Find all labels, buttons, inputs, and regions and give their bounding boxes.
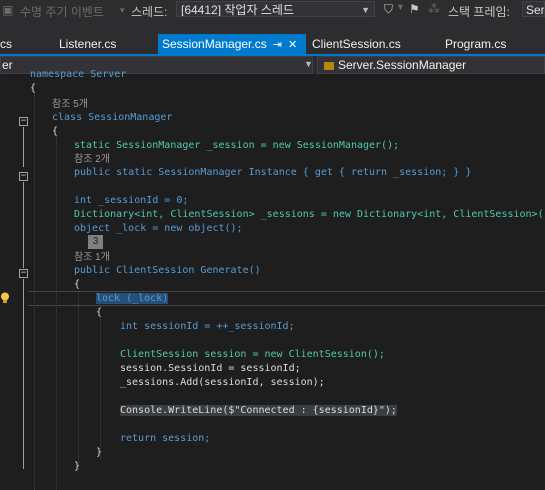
code-line: }: [96, 446, 102, 460]
code-line: {: [52, 125, 58, 139]
brace: }: [74, 461, 81, 472]
document-tab-bar: cs Listener.cs SessionManager.cs ⇥ ✕ Clien…: [0, 20, 545, 54]
filter-icon[interactable]: ⛉: [384, 2, 393, 17]
code-line-return: return session;: [120, 432, 210, 446]
code-line-new-session: ClientSession session = new ClientSessio…: [120, 348, 385, 362]
stack-frame-label: 스택 프레임:: [448, 5, 510, 19]
code-line: {: [96, 306, 102, 320]
statement: int sessionId = ++_sessionId;: [120, 321, 295, 332]
class-declaration: class SessionManager: [52, 112, 173, 123]
brace: {: [30, 83, 37, 94]
show-threads-icon[interactable]: ⁂: [428, 2, 440, 16]
visual-studio-window: ▣ 수명 주기 이벤트 ▾ 스레드: [64412] 작업자 스레드 ▼ ⛉ ▾…: [0, 0, 545, 490]
codelens-references[interactable]: 참조 5개: [52, 98, 88, 112]
reference-count: 참조 1개: [74, 252, 110, 263]
debug-location-toolbar: ▣ 수명 주기 이벤트 ▾ 스레드: [64412] 작업자 스레드 ▼ ⛉ ▾…: [0, 0, 545, 20]
collapse-method-icon[interactable]: −: [19, 269, 28, 278]
code-line-lock-statement: lock (_lock): [96, 292, 169, 306]
reference-highlight-badge: 3: [88, 235, 103, 249]
code-line-console: Console.WriteLine($"Connected : {session…: [120, 404, 397, 418]
code-line-add: _sessions.Add(sessionId, session);: [120, 376, 325, 390]
code-line-namespace: namespace Server: [30, 68, 126, 82]
tab-listener[interactable]: Listener.cs: [59, 34, 139, 54]
reference-count: 참조 5개: [52, 99, 88, 110]
pin-icon[interactable]: ⇥: [273, 39, 282, 51]
property-declaration: public static SessionManager Instance { …: [74, 167, 472, 178]
field-declaration: object _lock = new object();: [74, 223, 243, 234]
lifecycle-events-button[interactable]: 수명 주기 이벤트: [20, 3, 104, 20]
tab-clientsession[interactable]: ClientSession.cs: [312, 34, 422, 54]
chevron-down-icon: ▼: [361, 5, 370, 15]
outline-line: [23, 182, 24, 268]
outline-line: [23, 279, 24, 469]
code-editor[interactable]: − − − namespace Server { 참조 5개 class Ses…: [0, 69, 545, 490]
thread-select-value: [64412] 작업자 스레드: [181, 3, 294, 17]
tab-label: ClientSession.cs: [312, 37, 401, 51]
tab-label: Program.cs: [445, 37, 507, 51]
collapse-class-icon[interactable]: −: [19, 117, 28, 126]
codelens-references[interactable]: 참조 2개: [74, 153, 110, 167]
field-declaration: Dictionary<int, ClientSession> _sessions…: [74, 209, 545, 220]
close-icon[interactable]: ✕: [288, 39, 297, 51]
thread-label: 스레드:: [131, 5, 168, 19]
lock-statement: lock (_lock): [96, 293, 169, 304]
class-icon: [324, 61, 334, 70]
type-scope-select[interactable]: Server.SessionManager: [317, 56, 545, 74]
chevron-down-icon[interactable]: ▾: [120, 5, 125, 16]
code-line-static-session: static SessionManager _session = new Ses…: [74, 139, 399, 153]
code-line-instance: public static SessionManager Instance { …: [74, 166, 471, 180]
code-line: }: [74, 460, 80, 474]
code-line: {: [74, 278, 80, 292]
thread-select[interactable]: [64412] 작업자 스레드 ▼: [176, 1, 375, 17]
field-declaration: int _sessionId = 0;: [74, 195, 189, 206]
indent-guide: [78, 291, 79, 471]
code-line-int-session: int sessionId = ++_sessionId;: [120, 320, 295, 334]
codelens-references[interactable]: 참조 1개: [74, 251, 110, 265]
tab-label: SessionManager.cs: [162, 37, 267, 51]
brace: }: [96, 447, 103, 458]
tab-program[interactable]: Program.cs: [445, 34, 535, 54]
return-statement: return session;: [120, 433, 211, 444]
namespace-declaration: namespace Server: [30, 69, 127, 80]
brace: {: [52, 126, 59, 137]
stack-frame-select[interactable]: Ser: [522, 1, 545, 17]
code-line-lock-field: object _lock = new object();: [74, 222, 243, 236]
brace: {: [74, 279, 81, 290]
indent-guide: [56, 136, 57, 490]
console-statement: Console.WriteLine($"Connected : {session…: [120, 405, 397, 416]
tab-label: cs: [0, 37, 12, 51]
lightbulb-icon[interactable]: [0, 292, 10, 304]
lifecycle-icon[interactable]: ▣: [2, 3, 13, 17]
tab-sessionmanager[interactable]: SessionManager.cs ⇥ ✕: [158, 34, 306, 54]
code-line-session-id: int _sessionId = 0;: [74, 194, 188, 208]
field-declaration: static SessionManager _session = new Ses…: [74, 140, 400, 151]
chevron-down-icon: ▼: [304, 59, 313, 69]
code-line: {: [30, 82, 36, 96]
tab-cs[interactable]: cs: [0, 34, 40, 54]
flag-icon[interactable]: ⚑: [409, 2, 420, 16]
method-declaration: public ClientSession Generate(): [74, 265, 261, 276]
editor-gutter: [0, 74, 20, 490]
code-line-set-id: session.SessionId = sessionId;: [120, 362, 301, 376]
filter-dropdown-icon[interactable]: ▾: [398, 2, 403, 13]
statement: _sessions.Add(sessionId, session);: [120, 377, 325, 388]
indent-guide: [100, 319, 101, 459]
code-line-dictionary: Dictionary<int, ClientSession> _sessions…: [74, 208, 545, 222]
statement: session.SessionId = sessionId;: [120, 363, 301, 374]
project-scope-value: er: [2, 58, 13, 72]
collapse-instance-icon[interactable]: −: [19, 172, 28, 181]
type-scope-value: Server.SessionManager: [338, 58, 467, 72]
tab-label: Listener.cs: [59, 37, 117, 51]
code-line-class: class SessionManager: [52, 111, 172, 125]
statement: ClientSession session = new ClientSessio…: [120, 349, 385, 360]
outline-line: [23, 127, 24, 167]
brace: {: [96, 307, 103, 318]
code-line-generate: public ClientSession Generate(): [74, 264, 261, 278]
stack-frame-value: Ser: [526, 3, 545, 17]
reference-count: 참조 2개: [74, 154, 110, 165]
